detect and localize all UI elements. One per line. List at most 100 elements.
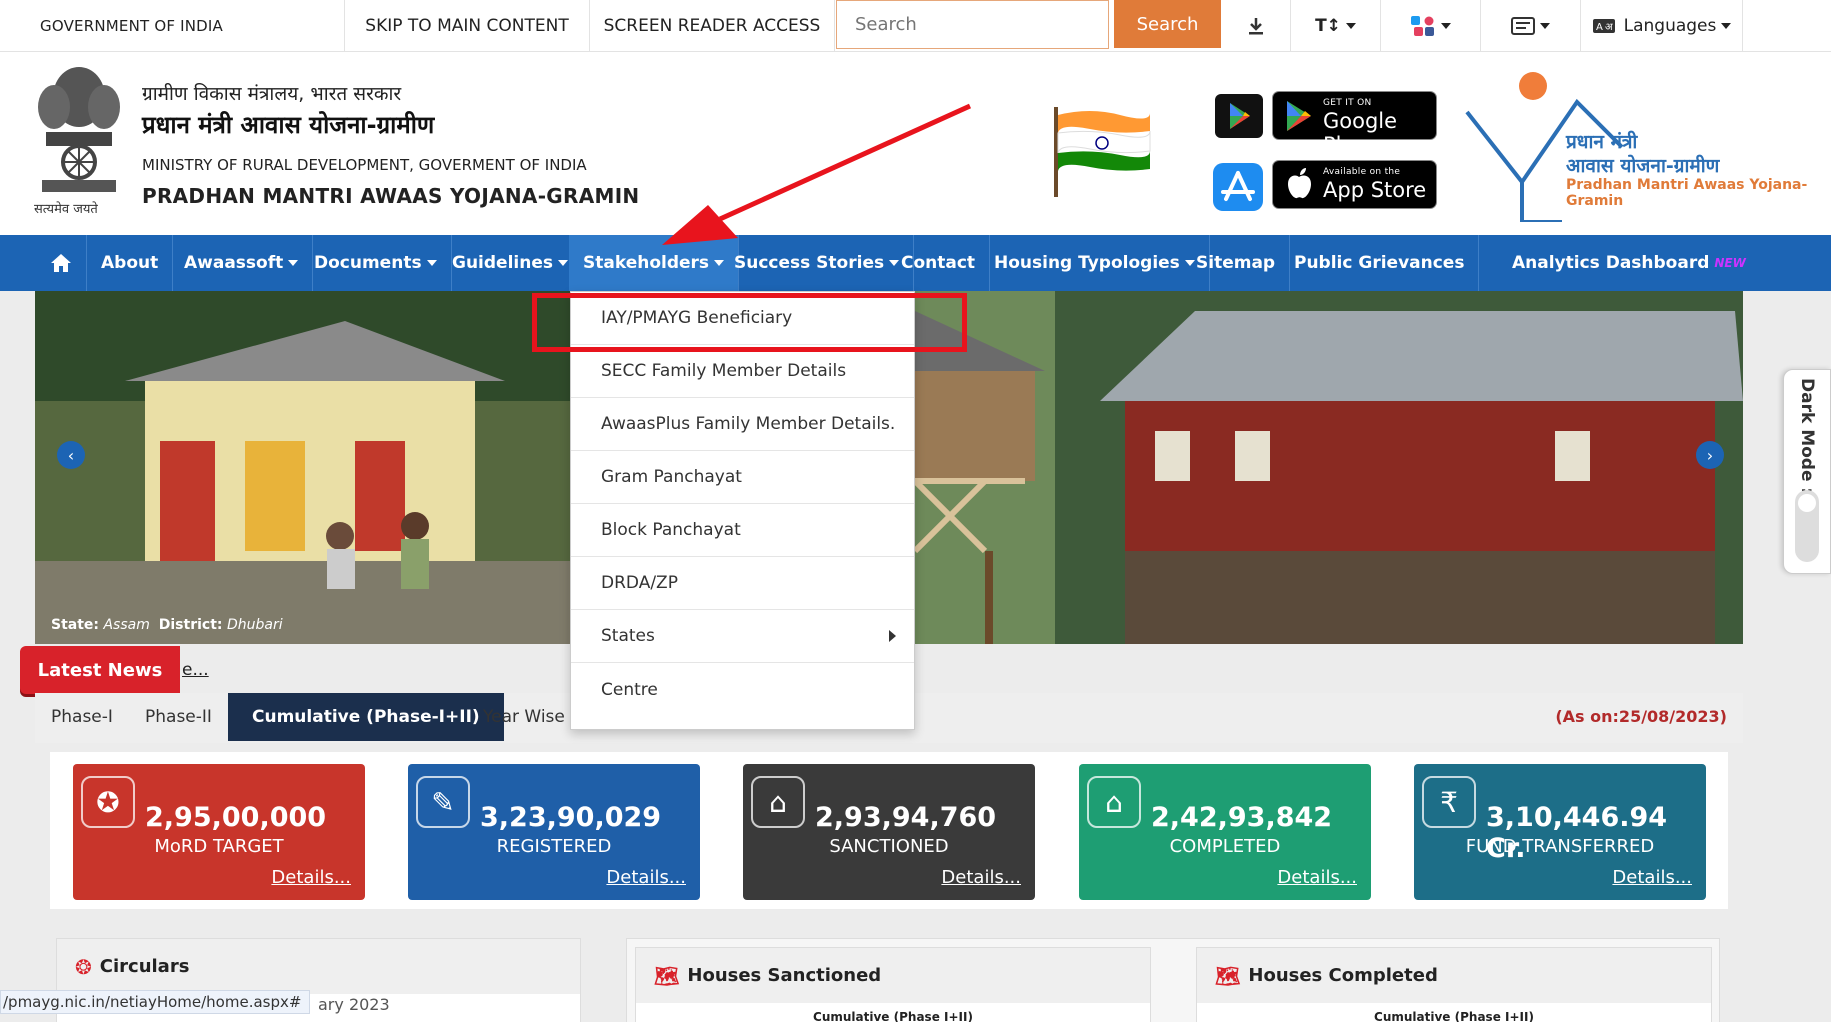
stat-label: SANCTIONED: [829, 836, 949, 857]
latest-news-label: Latest News: [20, 646, 180, 694]
emblem-caption: सत्यमेव जयते: [34, 202, 98, 217]
nav-awaassoft[interactable]: Awaassoft: [170, 235, 314, 291]
fund-transfer-icon: ₹: [1422, 776, 1476, 828]
google-play-icon-button[interactable]: [1215, 94, 1263, 138]
logo-hindi-line-2: आवास योजना-ग्रामीण: [1566, 155, 1720, 177]
nav-stakeholders-label: Stakeholders: [583, 253, 710, 273]
dark-mode-label: Dark Mode :: [1797, 378, 1817, 495]
stat-details-link[interactable]: Details...: [1612, 867, 1692, 888]
tab-cumulative[interactable]: Cumulative (Phase-I+II): [228, 693, 504, 741]
highlight-box: [532, 293, 967, 352]
stat-label: MoRD TARGET: [154, 836, 284, 857]
display-settings-button[interactable]: [1481, 0, 1581, 51]
stat-card-registered: ✎ 3,23,90,029 REGISTERED Details...: [408, 764, 700, 900]
dropdown-item-gram-panchayat[interactable]: Gram Panchayat: [571, 451, 914, 504]
nav-success-stories[interactable]: Success Stories: [720, 235, 915, 291]
map-icon: 🗺: [654, 963, 680, 988]
dropdown-item-centre[interactable]: Centre: [571, 663, 914, 716]
nav-guidelines-label: Guidelines: [452, 253, 553, 273]
circular-item-snippet[interactable]: ary 2023: [318, 995, 390, 1014]
app-store-icon-button[interactable]: [1213, 163, 1263, 211]
dropdown-item-states[interactable]: States: [571, 610, 914, 663]
dark-mode-knob: [1798, 494, 1816, 512]
stat-details-link[interactable]: Details...: [941, 867, 1021, 888]
register-form-icon: ✎: [416, 776, 470, 828]
languages-button[interactable]: Aअ Languages: [1581, 0, 1743, 51]
chevron-left-icon: ‹: [67, 445, 75, 465]
nav-documents-label: Documents: [314, 253, 422, 273]
nav-stakeholders[interactable]: Stakeholders: [569, 235, 740, 291]
nav-analytics-dashboard[interactable]: Analytics Dashboard NEW: [1498, 235, 1760, 291]
nav-success-stories-label: Success Stories: [734, 253, 885, 273]
app-store-small-text: Available on the: [1323, 167, 1401, 177]
dropdown-item-drda-zp[interactable]: DRDA/ZP: [571, 557, 914, 610]
nav-guidelines[interactable]: Guidelines: [438, 235, 583, 291]
state-label: State:: [51, 617, 100, 633]
stat-details-link[interactable]: Details...: [606, 867, 686, 888]
logo-hindi-line-1: प्रधान मंत्री: [1566, 131, 1638, 153]
search-input[interactable]: [836, 0, 1109, 49]
hindi-scheme-title: प्रधान मंत्री आवास योजना-ग्रामीण: [142, 111, 435, 139]
stat-label: FUND TRANSFERRED: [1465, 836, 1655, 857]
skip-to-main-content-link[interactable]: SKIP TO MAIN CONTENT: [345, 0, 590, 51]
stat-details-link[interactable]: Details...: [1277, 867, 1357, 888]
logo-english-line: Pradhan Mantri Awaas Yojana-Gramin: [1566, 177, 1808, 209]
as-on-date: (As on:25/08/2023): [1555, 707, 1727, 726]
apple-icon: [1288, 168, 1311, 199]
dropdown-item-awaasplus-family[interactable]: AwaasPlus Family Member Details.: [571, 398, 914, 451]
tab-year-wise[interactable]: Year Wise: [483, 693, 565, 741]
text-size-icon: T↕: [1315, 15, 1341, 36]
state-value: Assam: [103, 617, 150, 633]
nav-sitemap[interactable]: Sitemap: [1182, 235, 1291, 291]
circulars-title: Circulars: [99, 956, 190, 977]
social-media-button[interactable]: [1381, 0, 1481, 51]
hindi-ministry-title: ग्रामीण विकास मंत्रालय, भारत सरकार: [142, 83, 402, 105]
district-value: Dhubari: [226, 617, 283, 633]
india-flag-icon: [1054, 107, 1151, 197]
stat-card-target: ✪ 2,95,00,000 MoRD TARGET Details...: [73, 764, 365, 900]
stakeholders-dropdown: IAY/PMAYG Beneficiary SECC Family Member…: [570, 291, 915, 730]
chevron-right-icon: ›: [1706, 445, 1714, 465]
stat-value: 3,23,90,029: [480, 802, 662, 833]
nav-housing-typologies[interactable]: Housing Typologies: [980, 235, 1210, 291]
users-target-icon: ✪: [81, 776, 135, 828]
chevron-down-icon: [426, 260, 437, 266]
stat-label: REGISTERED: [496, 836, 612, 857]
carousel-next-button[interactable]: ›: [1696, 441, 1724, 469]
nav-public-grievances[interactable]: Public Grievances: [1280, 235, 1480, 291]
stat-label: COMPLETED: [1169, 836, 1281, 857]
dropdown-item-block-panchayat[interactable]: Block Panchayat: [571, 504, 914, 557]
download-button[interactable]: [1221, 0, 1291, 51]
page: GOVERNMENT OF INDIA SKIP TO MAIN CONTENT…: [0, 0, 1831, 1022]
english-ministry-title: MINISTRY OF RURAL DEVELOPMENT, GOVERMENT…: [142, 156, 587, 174]
chevron-down-icon: [288, 260, 299, 266]
nav-home[interactable]: [35, 235, 87, 291]
search-button[interactable]: Search: [1114, 0, 1221, 48]
stat-value: 2,42,93,842: [1151, 802, 1333, 833]
tab-phase-2[interactable]: Phase-II: [145, 693, 212, 741]
circulars-header: ❂ Circulars: [57, 939, 580, 994]
screen-reader-access-link[interactable]: SCREEN READER ACCESS: [590, 0, 835, 51]
chevron-right-icon: [889, 630, 896, 642]
carousel-prev-button[interactable]: ‹: [57, 441, 85, 469]
banner-caption: State: Assam District: Dhubari: [51, 617, 283, 633]
national-emblem-icon: [38, 67, 120, 192]
nav-documents[interactable]: Documents: [300, 235, 452, 291]
stat-card-fund: ₹ 3,10,446.94 Cr. FUND TRANSFERRED Detai…: [1414, 764, 1706, 900]
utility-bar: GOVERNMENT OF INDIA SKIP TO MAIN CONTENT…: [0, 0, 1831, 52]
stat-card-sanctioned: ⌂ 2,93,94,760 SANCTIONED Details...: [743, 764, 1035, 900]
google-play-badge[interactable]: GET IT ON Google Play: [1272, 91, 1437, 157]
dark-mode-toggle[interactable]: Dark Mode :: [1783, 369, 1831, 574]
dropdown-item-secc-family[interactable]: SECC Family Member Details: [571, 345, 914, 398]
nav-about[interactable]: About: [87, 235, 174, 291]
houses-sanctioned-subtitle: Cumulative (Phase I+II): [813, 1010, 973, 1022]
latest-news-link[interactable]: e...: [182, 660, 209, 680]
tab-phase-1[interactable]: Phase-I: [51, 693, 113, 741]
chevron-down-icon: [558, 260, 568, 266]
stats-area: ✪ 2,95,00,000 MoRD TARGET Details... ✎ 3…: [50, 752, 1728, 909]
nav-analytics-dashboard-label: Analytics Dashboard: [1512, 253, 1710, 273]
nav-contact[interactable]: Contact: [887, 235, 991, 291]
app-store-badge[interactable]: Available on the App Store: [1272, 160, 1437, 209]
stat-details-link[interactable]: Details...: [271, 867, 351, 888]
text-size-button[interactable]: T↕: [1291, 0, 1381, 51]
